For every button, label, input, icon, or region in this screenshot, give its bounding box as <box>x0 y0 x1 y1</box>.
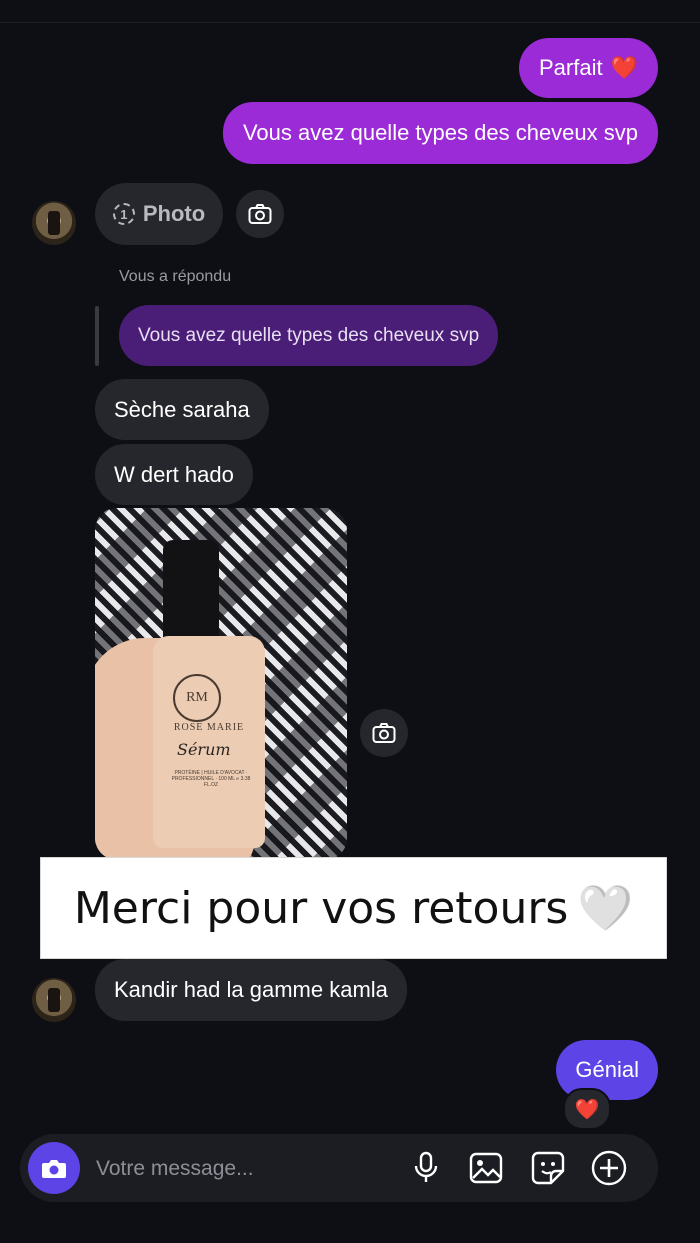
reaction-badge[interactable]: ❤️ <box>563 1088 611 1130</box>
message-text: Sèche saraha <box>114 396 250 422</box>
message-text: Parfait <box>539 55 603 80</box>
message-incoming[interactable]: W dert hado <box>95 444 253 505</box>
microphone-button[interactable] <box>406 1148 446 1188</box>
view-once-icon: 1 <box>112 203 135 225</box>
sticker-icon <box>531 1151 565 1185</box>
camera-reply-button[interactable] <box>360 709 408 757</box>
message-text: Kandir had la gamme kamla <box>114 977 388 1002</box>
message-text: Génial <box>575 1057 639 1082</box>
camera-reply-button[interactable] <box>236 190 284 238</box>
white-heart-emoji: 🤍 <box>578 884 634 933</box>
replied-message[interactable]: Vous avez quelle types des cheveux svp <box>119 305 499 366</box>
more-button[interactable] <box>589 1148 629 1188</box>
message-incoming[interactable]: Sèche saraha <box>95 379 269 440</box>
message-composer <box>20 1134 658 1204</box>
heart-emoji: ❤️ <box>610 55 638 80</box>
photo-message[interactable]: RM ROSE MARIE Sérum PROTÉINE | HUILE D'A… <box>95 508 347 860</box>
message-text: W dert hado <box>114 461 234 487</box>
brand-name: ROSE MARIE <box>173 722 245 733</box>
reply-indicator <box>95 306 99 366</box>
microphone-icon <box>414 1151 438 1182</box>
banner-text: Merci pour vos retours <box>73 882 569 934</box>
header-divider <box>0 22 700 23</box>
sticker-button[interactable] <box>528 1148 568 1188</box>
reply-label: Vous a répondu <box>119 268 232 285</box>
view-once-photo[interactable]: 1 Photo <box>95 183 223 245</box>
bottle-cap <box>163 540 219 644</box>
message-incoming[interactable]: Kandir had la gamme kamla <box>95 959 407 1021</box>
message-input[interactable] <box>94 1134 388 1204</box>
brand-logo: RM <box>173 674 221 722</box>
message-text: Vous avez quelle types des cheveux svp <box>242 120 638 145</box>
message-outgoing[interactable]: Vous avez quelle types des cheveux svp <box>222 102 658 164</box>
product-subtitle: PROTÉINE | HUILE D'AVOCAT · PROFESSIONNE… <box>171 770 251 788</box>
camera-icon <box>248 204 272 224</box>
message-outgoing[interactable]: Parfait ❤️ <box>519 38 658 98</box>
camera-button[interactable] <box>28 1142 80 1194</box>
camera-icon <box>372 723 396 743</box>
gallery-button[interactable] <box>466 1148 506 1188</box>
photo-chip-label: Photo <box>142 201 206 226</box>
overlay-banner: Merci pour vos retours 🤍 <box>40 857 667 959</box>
camera-icon <box>42 1160 66 1178</box>
product-name: Sérum <box>177 740 231 759</box>
plus-icon <box>591 1150 627 1186</box>
avatar[interactable] <box>32 201 76 245</box>
avatar[interactable] <box>32 978 76 1022</box>
gallery-icon <box>469 1152 503 1184</box>
